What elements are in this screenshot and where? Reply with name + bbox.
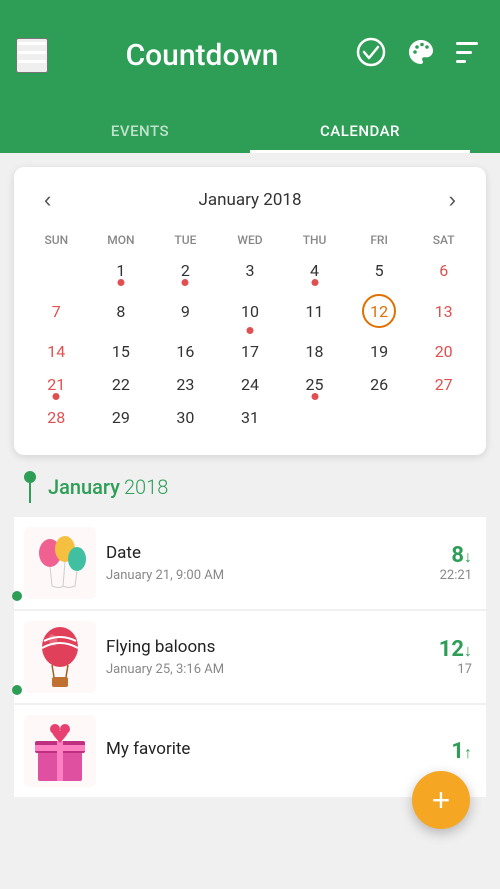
calendar-day[interactable]: 27 xyxy=(411,369,476,402)
event-item-flying-baloons[interactable]: Flying baloons January 25, 3:16 AM 12↓ 1… xyxy=(14,611,486,703)
event-dot xyxy=(246,327,253,334)
calendar-day[interactable]: 6 xyxy=(411,255,476,288)
calendar-day[interactable]: 10 xyxy=(218,288,283,336)
weekday-fri: FRI xyxy=(347,229,412,255)
event-dot xyxy=(311,279,318,286)
event-name-my-favorite: My favorite xyxy=(106,739,392,759)
event-dot-flying-baloons xyxy=(12,685,22,695)
event-countdown-flying-baloons: 12↓ 17 xyxy=(402,637,472,677)
calendar-day[interactable]: 20 xyxy=(411,336,476,369)
event-days-date: 8↓ xyxy=(402,543,472,568)
weekday-sat: SAT xyxy=(411,229,476,255)
tab-events[interactable]: EVENTS xyxy=(30,110,250,153)
timeline-line xyxy=(29,483,31,503)
app-header: Countdown xyxy=(0,0,500,110)
calendar-day[interactable]: 5 xyxy=(347,255,412,288)
weekday-thu: THU xyxy=(282,229,347,255)
event-countdown-date: 8↓ 22:21 xyxy=(402,543,472,583)
calendar-day[interactable]: 19 xyxy=(347,336,412,369)
calendar-month-title: January 2018 xyxy=(198,190,301,210)
calendar-day[interactable]: 28 xyxy=(24,402,89,435)
event-time-date: 22:21 xyxy=(402,568,472,583)
calendar-day[interactable]: 12 xyxy=(347,288,412,336)
calendar-day[interactable]: 7 xyxy=(24,288,89,336)
event-item-my-favorite[interactable]: My favorite 1↑ xyxy=(14,705,486,797)
calendar-day[interactable]: 30 xyxy=(153,402,218,435)
timeline-header: January 2018 xyxy=(14,471,486,503)
sort-icon[interactable] xyxy=(456,40,484,71)
event-date-date: January 21, 9:00 AM xyxy=(106,568,392,583)
timeline-month: January xyxy=(48,475,120,499)
calendar-day[interactable]: 4 xyxy=(282,255,347,288)
event-time-flying-baloons: 17 xyxy=(402,662,472,677)
tab-calendar[interactable]: CALENDAR xyxy=(250,110,470,153)
check-icon[interactable] xyxy=(356,37,386,74)
calendar-day[interactable] xyxy=(347,402,412,435)
weekday-mon: MON xyxy=(89,229,154,255)
event-days-flying-baloons: 12↓ xyxy=(402,637,472,662)
calendar-day[interactable]: 29 xyxy=(89,402,154,435)
calendar-day[interactable] xyxy=(24,255,89,288)
prev-month-button[interactable]: ‹ xyxy=(34,183,61,217)
calendar-day[interactable]: 23 xyxy=(153,369,218,402)
calendar-day[interactable]: 22 xyxy=(89,369,154,402)
calendar-day[interactable]: 3 xyxy=(218,255,283,288)
tab-bar: EVENTS CALENDAR xyxy=(0,110,500,153)
next-month-button[interactable]: › xyxy=(439,183,466,217)
event-thumbnail-flying-baloons xyxy=(24,621,96,693)
event-name-flying-baloons: Flying baloons xyxy=(106,637,392,657)
calendar-day[interactable] xyxy=(282,402,347,435)
calendar-day[interactable]: 21 xyxy=(24,369,89,402)
calendar-day[interactable]: 15 xyxy=(89,336,154,369)
event-countdown-my-favorite: 1↑ xyxy=(402,739,472,764)
events-section: January 2018 Date January 21, 9: xyxy=(0,455,500,797)
event-date-flying-baloons: January 25, 3:16 AM xyxy=(106,662,392,677)
calendar-day[interactable]: 13 xyxy=(411,288,476,336)
event-content-date: Date January 21, 9:00 AM xyxy=(96,543,402,583)
event-thumbnail-date xyxy=(24,527,96,599)
event-content-flying-baloons: Flying baloons January 25, 3:16 AM xyxy=(96,637,402,677)
app-title: Countdown xyxy=(126,38,279,73)
calendar-day[interactable]: 2 xyxy=(153,255,218,288)
event-content-my-favorite: My favorite xyxy=(96,739,402,764)
calendar-day[interactable]: 8 xyxy=(89,288,154,336)
timeline-dot xyxy=(24,471,36,483)
palette-icon[interactable] xyxy=(406,37,436,74)
add-event-fab[interactable]: + xyxy=(412,771,470,829)
calendar-day[interactable]: 31 xyxy=(218,402,283,435)
weekday-sun: SUN xyxy=(24,229,89,255)
calendar-day[interactable]: 9 xyxy=(153,288,218,336)
event-item-date[interactable]: Date January 21, 9:00 AM 8↓ 22:21 xyxy=(14,517,486,609)
event-dot xyxy=(117,279,124,286)
event-dot-date xyxy=(12,591,22,601)
event-dot xyxy=(53,393,60,400)
calendar-card: ‹ January 2018 › SUN MON TUE WED THU FRI… xyxy=(14,167,486,455)
calendar-header: ‹ January 2018 › xyxy=(24,183,476,229)
calendar-day[interactable]: 17 xyxy=(218,336,283,369)
calendar-day[interactable]: 18 xyxy=(282,336,347,369)
calendar-day[interactable]: 16 xyxy=(153,336,218,369)
calendar-day[interactable]: 26 xyxy=(347,369,412,402)
calendar-day[interactable]: 14 xyxy=(24,336,89,369)
header-actions xyxy=(356,37,484,74)
event-name-date: Date xyxy=(106,543,392,563)
timeline-indicator xyxy=(24,471,36,503)
event-dot xyxy=(311,393,318,400)
calendar-day[interactable] xyxy=(411,402,476,435)
event-dot xyxy=(182,279,189,286)
calendar-day[interactable]: 25 xyxy=(282,369,347,402)
calendar-day[interactable]: 11 xyxy=(282,288,347,336)
event-thumbnail-my-favorite xyxy=(24,715,96,787)
weekday-tue: TUE xyxy=(153,229,218,255)
timeline-year: 2018 xyxy=(124,475,168,499)
timeline-date: January 2018 xyxy=(48,475,168,499)
event-days-my-favorite: 1↑ xyxy=(402,739,472,764)
calendar-day[interactable]: 1 xyxy=(89,255,154,288)
menu-icon[interactable] xyxy=(16,38,48,73)
calendar-grid: SUN MON TUE WED THU FRI SAT 123456789101… xyxy=(24,229,476,435)
weekday-wed: WED xyxy=(218,229,283,255)
calendar-day[interactable]: 24 xyxy=(218,369,283,402)
